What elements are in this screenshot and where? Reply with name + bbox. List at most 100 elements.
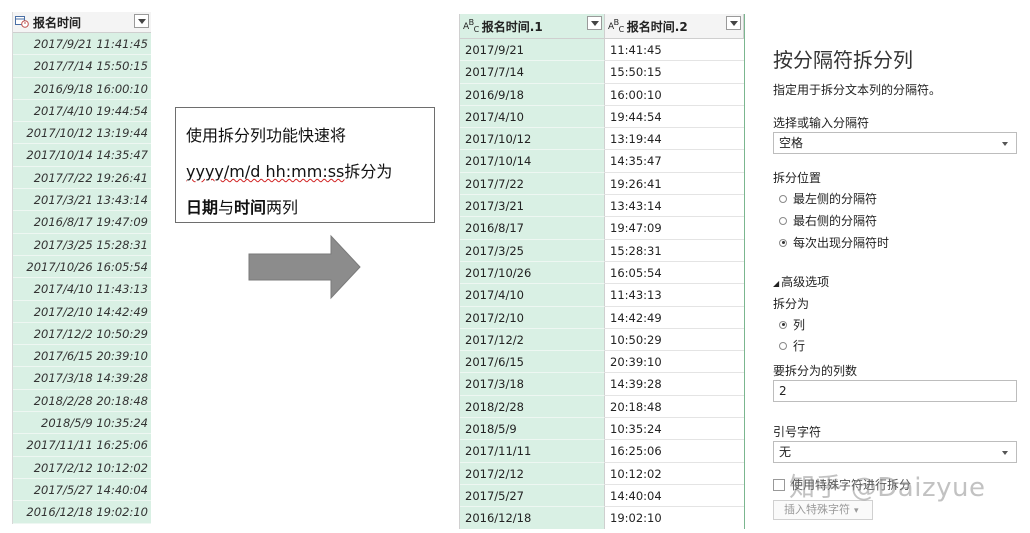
date-cell[interactable]: 2017/11/11 xyxy=(460,440,605,463)
num-columns-input[interactable]: 2 xyxy=(773,380,1017,402)
table-row[interactable]: 2016/12/18 19:02:10 xyxy=(13,501,151,524)
date-cell[interactable]: 2017/4/10 xyxy=(460,105,605,129)
radio-button[interactable] xyxy=(779,238,787,247)
split-position-option-2[interactable]: 最右侧的分隔符 xyxy=(779,212,877,229)
delimiter-value: 空格 xyxy=(779,136,804,150)
table-row[interactable]: 2017/2/12 10:12:02 xyxy=(13,456,151,479)
time-cell[interactable]: 14:42:49 xyxy=(605,306,744,329)
date-cell[interactable]: 2017/10/12 xyxy=(460,128,605,151)
radio-button[interactable] xyxy=(779,194,787,203)
split-into-option-2[interactable]: 行 xyxy=(779,337,805,354)
date-cell[interactable]: 2017/3/21 xyxy=(460,195,605,218)
radio-button[interactable] xyxy=(779,320,787,329)
table-row[interactable]: 2017/10/14 14:35:47 xyxy=(13,144,151,167)
date-cell[interactable]: 2017/3/18 xyxy=(460,373,605,396)
table-row[interactable]: 2017/7/14 15:50:15 xyxy=(13,55,151,78)
table-row[interactable]: 2017/10/12 13:19:44 xyxy=(13,122,151,145)
time-cell[interactable]: 14:39:28 xyxy=(605,373,744,396)
table-row[interactable]: 2016/8/17 19:47:09 xyxy=(13,211,151,234)
date-cell[interactable]: 2016/8/17 xyxy=(460,217,605,240)
table-row: 2018/2/28 20:18:48 xyxy=(460,395,744,419)
table-row[interactable]: 2017/10/26 16:05:54 xyxy=(13,255,151,279)
time-cell[interactable]: 19:47:09 xyxy=(605,217,744,240)
insert-special-char-label: 插入特殊字符 xyxy=(784,503,850,516)
date-cell[interactable]: 2017/6/15 xyxy=(460,351,605,374)
split-position-option-3[interactable]: 每次出现分隔符时 xyxy=(779,234,889,251)
date-cell[interactable]: 2017/7/14 xyxy=(460,61,605,84)
date-cell[interactable]: 2017/2/10 xyxy=(460,306,605,329)
date-cell[interactable]: 2017/10/14 xyxy=(460,150,605,173)
date-cell[interactable]: 2018/2/28 xyxy=(460,395,605,419)
table-row[interactable]: 2017/3/25 15:28:31 xyxy=(13,233,151,256)
table-row[interactable]: 2017/4/10 19:44:54 xyxy=(13,99,151,123)
time-cell[interactable]: 10:35:24 xyxy=(605,418,744,441)
right-arrow-icon xyxy=(248,234,361,300)
time-cell[interactable]: 13:43:14 xyxy=(605,195,744,218)
date-cell[interactable]: 2017/5/27 xyxy=(460,484,605,508)
chevron-down-icon xyxy=(729,20,738,26)
table-row[interactable]: 2017/5/27 14:40:04 xyxy=(13,478,151,502)
column-filter-dropdown-button[interactable] xyxy=(726,16,741,30)
time-cell[interactable]: 16:00:10 xyxy=(605,83,744,106)
time-cell[interactable]: 10:50:29 xyxy=(605,328,744,352)
date-cell[interactable]: 2017/2/12 xyxy=(460,462,605,485)
time-cell[interactable]: 19:02:10 xyxy=(605,507,744,529)
column-header-datetime[interactable]: 报名时间 xyxy=(13,12,151,33)
column-header-date[interactable]: ABC 报名时间.1 xyxy=(460,14,605,38)
time-cell[interactable]: 19:26:41 xyxy=(605,172,744,196)
advanced-options-toggle[interactable]: ◢ 高级选项 xyxy=(773,273,829,290)
date-cell[interactable]: 2017/4/10 xyxy=(460,284,605,307)
date-cell[interactable]: 2017/12/2 xyxy=(460,328,605,352)
time-cell[interactable]: 10:12:02 xyxy=(605,462,744,485)
column-header-time[interactable]: ABC 报名时间.2 xyxy=(605,14,744,38)
table-row[interactable]: 2017/11/11 16:25:06 xyxy=(13,434,151,457)
radio-button[interactable] xyxy=(779,341,787,350)
table-row[interactable]: 2017/4/10 11:43:13 xyxy=(13,278,151,301)
delimiter-select[interactable]: 空格 xyxy=(773,132,1017,154)
table-row[interactable]: 2017/3/18 14:39:28 xyxy=(13,367,151,390)
column-filter-dropdown-button[interactable] xyxy=(134,14,149,28)
time-cell[interactable]: 20:18:48 xyxy=(605,395,744,419)
table-row[interactable]: 2017/2/10 14:42:49 xyxy=(13,300,151,323)
time-cell[interactable]: 15:28:31 xyxy=(605,239,744,262)
quote-char-value: 无 xyxy=(779,445,792,459)
column-filter-dropdown-button[interactable] xyxy=(587,16,602,30)
date-cell[interactable]: 2017/7/22 xyxy=(460,172,605,196)
table-row[interactable]: 2018/5/9 10:35:24 xyxy=(13,412,151,435)
table-row[interactable]: 2017/6/15 20:39:10 xyxy=(13,345,151,368)
time-cell[interactable]: 20:39:10 xyxy=(605,351,744,374)
time-cell[interactable]: 14:40:04 xyxy=(605,484,744,508)
date-cell[interactable]: 2017/3/25 xyxy=(460,239,605,262)
date-cell[interactable]: 2016/9/18 xyxy=(460,83,605,106)
time-cell[interactable]: 11:41:45 xyxy=(605,39,744,62)
table-row[interactable]: 2016/9/18 16:00:10 xyxy=(13,77,151,100)
split-result-table: ABC 报名时间.1 ABC 报名时间.2 2017/9/21 11:41:45 2… xyxy=(459,14,746,529)
date-cell[interactable]: 2017/10/26 xyxy=(460,261,605,285)
table-row[interactable]: 2017/12/2 10:50:29 xyxy=(13,322,151,346)
split-position-option-1[interactable]: 最左侧的分隔符 xyxy=(779,190,877,207)
callout-end-word: 两列 xyxy=(266,198,299,217)
time-cell[interactable]: 16:05:54 xyxy=(605,261,744,285)
special-char-checkbox[interactable] xyxy=(773,478,785,491)
table-row: 2016/8/17 19:47:09 xyxy=(460,217,744,240)
table-body: 2017/9/21 11:41:45 2017/7/14 15:50:15 2016/9… xyxy=(460,39,744,529)
table-row: 2017/7/14 15:50:15 xyxy=(460,61,744,84)
radio-button[interactable] xyxy=(779,216,787,225)
date-cell[interactable]: 2016/12/18 xyxy=(460,507,605,529)
split-into-option-1[interactable]: 列 xyxy=(779,316,805,333)
table-row: 2017/4/10 11:43:13 xyxy=(460,284,744,307)
split-column-panel: 按分隔符拆分列 指定用于拆分文本列的分隔符。 选择或输入分隔符 空格 拆分位置 … xyxy=(745,0,1030,533)
time-cell[interactable]: 13:19:44 xyxy=(605,128,744,151)
date-cell[interactable]: 2018/5/9 xyxy=(460,418,605,441)
table-row[interactable]: 2017/3/21 13:43:14 xyxy=(13,189,151,212)
time-cell[interactable]: 11:43:13 xyxy=(605,284,744,307)
time-cell[interactable]: 14:35:47 xyxy=(605,150,744,173)
time-cell[interactable]: 19:44:54 xyxy=(605,105,744,129)
table-row[interactable]: 2017/9/21 11:41:45 xyxy=(13,33,151,56)
table-row[interactable]: 2018/2/28 20:18:48 xyxy=(13,389,151,413)
table-row[interactable]: 2017/7/22 19:26:41 xyxy=(13,166,151,190)
date-cell[interactable]: 2017/9/21 xyxy=(460,39,605,62)
time-cell[interactable]: 15:50:15 xyxy=(605,61,744,84)
quote-char-select[interactable]: 无 xyxy=(773,441,1017,463)
time-cell[interactable]: 16:25:06 xyxy=(605,440,744,463)
